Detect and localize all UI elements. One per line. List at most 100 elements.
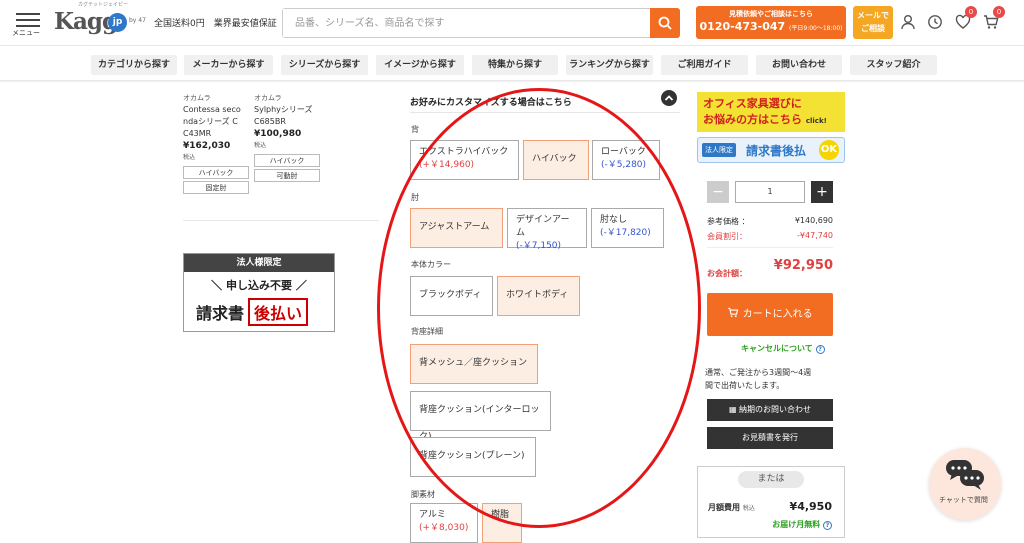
product-price: ¥100,980 [254,129,302,139]
section-label-leg: 脚素材 [411,490,435,499]
ref-price-label: 参考価格 ： [707,217,750,226]
nav-staff[interactable]: スタッフ紹介 [850,55,937,75]
corporate-invoice-banner[interactable]: 法人様限定 ＼ 申し込み不要 ／ 請求書 後払い [183,253,335,332]
qty-input[interactable]: 1 [735,181,805,203]
mail-label-1: メールで [857,11,889,20]
product-tag: 固定肘 [183,181,249,194]
shipping-text: 全国送料0円 業界最安値保証 [154,19,277,29]
ref-price-value: ¥140,690 [794,216,833,225]
nav-ranking[interactable]: ランキングから探す [566,55,653,75]
mail-consult-button[interactable]: メールで ご相談 [853,6,893,39]
search-box [282,8,680,38]
phone-hours: (平日9:00〜18:00) [789,25,843,32]
search-icon [658,16,672,30]
cart-panel: − 1 + 参考価格 ： ¥140,690 会員割引： -¥47,740 お会計額：… [697,167,845,467]
account-icon[interactable] [900,14,916,34]
favorites-icon[interactable]: 0 [955,6,977,34]
delivery-line-1: 通常、ご発注から3週間〜4週 [705,368,812,377]
help-icon: ? [815,345,825,354]
chat-bubbles-icon [946,460,984,490]
nav-contact[interactable]: お問い合わせ [756,55,842,75]
ok-badge: OK [819,140,839,160]
nav-feature[interactable]: 特集から探す [472,55,558,75]
consult-banner-click: click! [805,117,827,125]
nav-guide[interactable]: ご利用ガイド [661,55,748,75]
history-icon[interactable] [927,14,943,34]
consult-banner[interactable]: オフィス家具選びに お悩みの方はこちら click! [697,92,845,132]
corp-banner-doc: 請求書 [196,304,245,323]
divider [707,247,833,248]
qty-decrease-button[interactable]: − [707,181,729,203]
nav-divider [0,80,1024,83]
or-label: または [738,471,804,488]
qty-increase-button[interactable]: + [811,181,833,203]
cancel-link-label: キャンセルについて [741,344,813,353]
menu-label: メニュー [12,29,40,37]
add-to-cart-button[interactable]: カートに入れる [707,293,833,336]
hamburger-line [16,19,40,21]
monthly-label: 月額費用 [708,503,740,512]
delivery-inquiry-button[interactable]: ▦ 納期のお問い合わせ [707,399,833,421]
favorites-badge: 0 [965,6,977,18]
cart-badge: 0 [993,6,1005,18]
delivery-line-2: 間で出荷いたします。 [705,381,785,390]
menu-button[interactable]: メニュー [12,10,42,37]
product-tag: ハイバック [183,166,249,179]
consult-banner-line-1: オフィス家具選びに [703,97,802,110]
chat-button[interactable]: チャットで質問 [929,448,1001,520]
product-card[interactable]: オカムラ Sylphyシリーズ C685BR ¥100,980 税込 ハイバック… [254,92,320,182]
option-aluminum-leg[interactable]: アルミ (+￥8,030) [410,503,478,543]
consult-banner-line-2: お悩みの方はこちら [703,113,802,126]
mail-label-2: ご相談 [861,24,885,33]
corp-banner-main: ＼ 申し込み不要 ／ [211,279,307,292]
calendar-icon: ▦ [728,405,737,414]
chevron-up-icon [664,95,674,101]
tax-label: 税込 [254,142,267,149]
corp-banner-title: 法人様限定 [184,254,334,272]
discount-value: -¥47,740 [797,231,833,240]
divider [183,220,379,221]
logo-by: by 47 [129,17,146,24]
product-name-line: Contessa seco [183,105,241,114]
logo-subtitle: カグテットジェイピー [78,2,129,8]
product-card[interactable]: オカムラ Contessa seco ndaシリーズ C C43MR ¥162,… [183,92,249,194]
monthly-plan-box: または 月額費用 税込 ¥4,950 お届け月無料 ? [697,466,845,538]
help-icon: ? [823,521,832,530]
product-name-line: Sylphyシリーズ [254,105,313,114]
invoice-banner[interactable]: 法人限定 請求書後払 OK [697,137,845,163]
total-label: お会計額： [707,269,747,278]
total-value: ¥92,950 [773,258,833,273]
chat-label: チャットで質問 [939,496,988,504]
cancel-policy-link[interactable]: キャンセルについて ? [741,343,825,354]
collapse-button[interactable] [661,90,677,106]
cart-icon [728,307,739,318]
nav-category[interactable]: カテゴリから探す [91,55,177,75]
corp-only-chip: 法人限定 [702,143,736,157]
tax-label: 税込 [183,154,196,161]
discount-row: 会員割引： -¥47,740 [707,231,833,242]
phone-contact[interactable]: 見積依頼やご相談はこちら 0120-473-047 (平日9:00〜18:00) [696,6,846,39]
monthly-free: お届け月無料 [772,520,821,529]
search-input[interactable] [283,9,643,37]
hamburger-line [16,25,40,27]
monthly-value: ¥4,950 [789,500,832,513]
search-button[interactable] [650,8,680,38]
invoice-title: 請求書後払 [746,144,807,158]
section-label-back: 背 [411,125,419,134]
phone-caption: 見積依頼やご相談はこちら [729,10,813,18]
delivery-note: 通常、ご発注から3週間〜4週 間で出荷いたします。 [705,366,837,392]
nav-image[interactable]: イメージから探す [376,55,464,75]
nav-maker[interactable]: メーカーから探す [184,55,273,75]
option-price: (+￥8,030) [419,523,469,533]
product-name-line: C43MR [183,129,212,138]
annotation-circle [377,88,701,528]
cart-icon[interactable]: 0 [983,6,1005,34]
product-maker: オカムラ [183,94,211,102]
category-nav: カテゴリから探す メーカーから探す シリーズから探す イメージから探す 特集から… [0,52,1024,78]
product-price: ¥162,030 [183,141,231,151]
phone-number: 0120-473-047 [699,20,786,33]
nav-series[interactable]: シリーズから探す [281,55,368,75]
site-header: メニュー カグテットジェイピー Kagg jp by 47 全国送料0円 業界最… [0,0,1024,46]
issue-quote-button[interactable]: お見積書を発行 [707,427,833,449]
product-maker: オカムラ [254,94,282,102]
